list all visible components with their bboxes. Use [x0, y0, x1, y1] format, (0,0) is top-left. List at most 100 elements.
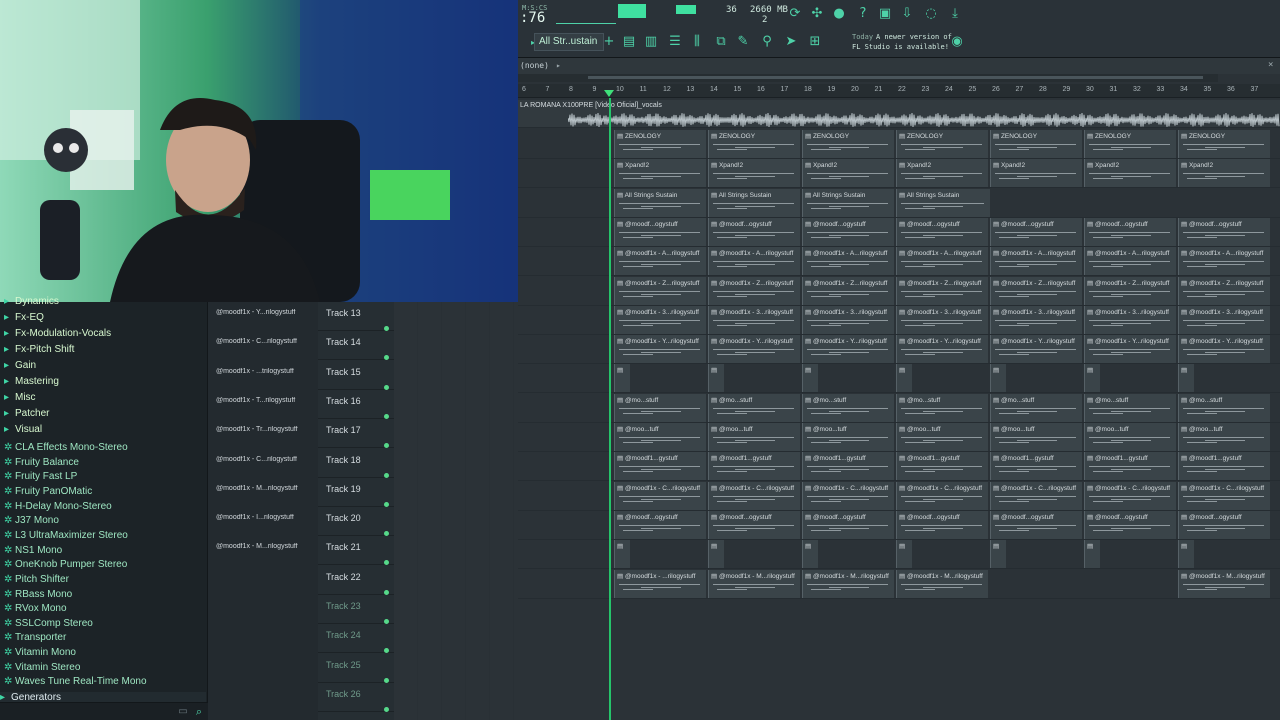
pattern-clip[interactable]: ▤ @moodf1...gystuff — [1178, 452, 1270, 481]
playlist-track-row[interactable]: ▤ @moodf1x - 3...rilogystuff ▤ @moodf1x -… — [518, 305, 1280, 335]
pattern-clip[interactable]: ▤ Xpand!2 — [990, 159, 1082, 188]
pattern-clip[interactable]: ▤ ZENOLOGY — [990, 130, 1082, 158]
pattern-clip[interactable]: ▤ — [990, 364, 1006, 393]
pattern-clip[interactable]: ▤ — [990, 540, 1006, 569]
pattern-clip[interactable]: ▤ Xpand!2 — [614, 159, 706, 188]
track-header[interactable]: Track 26 — [318, 683, 394, 712]
export-icon[interactable]: ⇩ — [898, 5, 916, 23]
pattern-clip[interactable]: ▤ @moodf1...gystuff — [1084, 452, 1176, 481]
picker-clip[interactable]: @moodf1x - I...rilogystuff — [216, 514, 314, 526]
pattern-clip[interactable]: ▤ @moodf1...gystuff — [896, 452, 988, 481]
horizontal-scrollbar[interactable] — [518, 74, 1218, 82]
pattern-clip[interactable]: ▤ @moodf1x - ...rilogystuff — [614, 569, 706, 598]
pattern-clip[interactable]: ▤ @moodf1x - 3...rilogystuff — [802, 305, 894, 334]
pattern-clip[interactable]: ▤ @moodf1...gystuff — [802, 452, 894, 481]
playlist-track-row[interactable]: ▤ @moodf1x - A...rilogystuff ▤ @moodf1x -… — [518, 247, 1280, 277]
audio-track-row[interactable]: LA ROMANA X100PRE [Video Oficial]_vocals — [518, 100, 1280, 128]
track-enable-led[interactable] — [384, 677, 389, 683]
browser-folder[interactable]: ▸ Fx-Modulation-Vocals — [4, 328, 111, 343]
pattern-clip[interactable]: ▤ @moodf1x - 3...rilogystuff — [990, 305, 1082, 334]
browser-plugin[interactable]: ✲ Pitch Shifter — [4, 574, 69, 589]
browser-folder[interactable]: ▸ Fx-Pitch Shift — [4, 344, 74, 359]
pattern-clip[interactable]: ▤ ZENOLOGY — [708, 130, 800, 158]
pattern-clip[interactable]: ▤ All Strings Sustain — [896, 188, 990, 217]
browser-plugin[interactable]: ✲ RVox Mono — [4, 603, 67, 618]
track-header[interactable]: Track 20 — [318, 507, 394, 537]
song-position-slider[interactable] — [556, 6, 616, 24]
playlist-track-row[interactable]: ▤ ▤ ▤ ▤ ▤ ▤ ▤ — [518, 364, 1280, 394]
browser-plugin[interactable]: ✲ Fruity PanOMatic — [4, 486, 92, 501]
pattern-clip[interactable]: ▤ @moodf...ogystuff — [990, 510, 1082, 539]
browser-folder[interactable]: ▸ Misc — [4, 392, 36, 407]
chat-icon[interactable]: ◌ — [922, 5, 940, 23]
plugin-icon[interactable]: ✎ — [734, 33, 752, 51]
pattern-clip[interactable]: ▤ @moodf...ogystuff — [802, 510, 894, 539]
pattern-clip[interactable]: ▤ @moo...tuff — [1178, 423, 1270, 451]
pattern-clip[interactable]: ▤ All Strings Sustain — [802, 188, 894, 217]
pattern-clip[interactable]: ▤ @moodf1x - Y...rilogystuff — [1178, 335, 1270, 364]
pattern-clip[interactable]: ▤ @moodf1x - A...rilogystuff — [896, 247, 988, 276]
pattern-clip[interactable]: ▤ @moodf1x - A...rilogystuff — [990, 247, 1082, 276]
track-enable-led[interactable] — [384, 560, 389, 566]
pattern-clip[interactable]: ▤ @moodf1x - Z...rilogystuff — [1084, 276, 1176, 305]
pattern-clip[interactable]: ▤ @moo...tuff — [614, 423, 706, 451]
track-header[interactable]: Track 24 — [318, 624, 394, 654]
piano-roll-icon[interactable]: ▥ — [642, 33, 660, 51]
pattern-clip[interactable]: ▤ @moodf...ogystuff — [1084, 510, 1176, 539]
cart-icon[interactable]: ⊞ — [806, 33, 824, 51]
browser-icon[interactable]: ⧉ — [712, 33, 730, 51]
pattern-clip[interactable]: ▤ @moodf...ogystuff — [802, 217, 894, 246]
news-text-line2[interactable]: FL Studio is available! — [852, 43, 949, 51]
pattern-clip[interactable]: ▤ ZENOLOGY — [802, 130, 894, 158]
browser-folder[interactable]: ▸ Dynamics — [4, 296, 59, 311]
playhead-line[interactable] — [609, 98, 611, 720]
picker-clip[interactable]: @moodf1x - M...rilogystuff — [216, 485, 314, 497]
pattern-clip[interactable]: ▤ @moodf1x - C...rilogystuff — [802, 481, 894, 510]
picker-clip[interactable]: @moodf1x - C...rilogystuff — [216, 338, 314, 350]
pattern-clip[interactable]: ▤ @moodf1x - C...rilogystuff — [1084, 481, 1176, 510]
pattern-clip[interactable]: ▤ @moodf1x - Z...rilogystuff — [1178, 276, 1270, 305]
playlist-track-row[interactable]: ▤ @moodf1x - Z...rilogystuff ▤ @moodf1x -… — [518, 276, 1280, 306]
pattern-clip[interactable]: ▤ — [802, 540, 818, 569]
playlist-track-row[interactable]: ▤ @moodf1x - ...rilogystuff ▤ @moodf1x - … — [518, 569, 1280, 599]
pattern-clip[interactable]: ▤ All Strings Sustain — [708, 188, 800, 217]
pattern-clip[interactable]: ▤ Xpand!2 — [896, 159, 988, 188]
pattern-clip[interactable]: ▤ @moodf1...gystuff — [614, 452, 706, 481]
pattern-clip[interactable]: ▤ @moodf1x - Y...rilogystuff — [990, 335, 1082, 364]
download-icon[interactable]: ⤓ — [946, 5, 964, 23]
track-enable-led[interactable] — [384, 531, 389, 537]
picker-clip[interactable]: @moodf1x - Y...rilogystuff — [216, 309, 314, 321]
pattern-clip[interactable]: ▤ @moodf1x - C...rilogystuff — [990, 481, 1082, 510]
pattern-clip[interactable]: ▤ @moodf1x - Z...rilogystuff — [802, 276, 894, 305]
scrollbar-thumb[interactable] — [588, 76, 1203, 79]
pattern-clip[interactable]: ▤ @moodf...ogystuff — [614, 217, 706, 246]
playlist-track-row[interactable]: ▤ @mo...stuff ▤ @mo...stuff ▤ @mo...stuff ▤… — [518, 393, 1280, 423]
plug-icon[interactable]: ⚲ — [758, 33, 776, 51]
browser-folder[interactable]: ▸ Visual — [4, 424, 42, 439]
pattern-clip[interactable]: ▤ — [708, 364, 724, 393]
pattern-clip[interactable]: ▤ @moodf...ogystuff — [708, 217, 800, 246]
pattern-clip[interactable]: ▤ @moodf1x - Z...rilogystuff — [708, 276, 800, 305]
pattern-clip[interactable]: ▤ @moodf...ogystuff — [614, 510, 706, 539]
update-icon[interactable]: ◉ — [948, 33, 966, 51]
pattern-clip[interactable]: ▤ All Strings Sustain — [614, 188, 706, 217]
pattern-clip[interactable]: ▤ @moodf1x - Y...rilogystuff — [802, 335, 894, 364]
track-header[interactable]: Track 17 — [318, 419, 394, 449]
pattern-clip[interactable]: ▤ — [1178, 364, 1194, 393]
browser-plugin[interactable]: ✲ Waves Tune Real-Time Mono — [4, 676, 147, 691]
arrangement-name[interactable]: (none) — [520, 61, 549, 70]
pattern-clip[interactable]: ▤ @mo...stuff — [708, 393, 800, 422]
playlist-track-row[interactable]: ▤ @moodf1x - Y...rilogystuff ▤ @moodf1x -… — [518, 335, 1280, 365]
pattern-clip[interactable]: ▤ @moodf1x - A...rilogystuff — [708, 247, 800, 276]
browser-folder[interactable]: ▸ Gain — [4, 360, 36, 375]
pattern-clip[interactable]: ▤ @moodf1x - A...rilogystuff — [1084, 247, 1176, 276]
pattern-clip[interactable]: ▤ @moodf...ogystuff — [990, 217, 1082, 246]
pattern-clip[interactable]: ▤ ZENOLOGY — [1084, 130, 1176, 158]
track-header[interactable]: Track 18 — [318, 449, 394, 478]
pattern-clip[interactable]: ▤ @moodf1x - Z...rilogystuff — [614, 276, 706, 305]
pattern-clip[interactable]: ▤ @mo...stuff — [802, 393, 894, 422]
pattern-clip[interactable]: ▤ @moo...tuff — [1084, 423, 1176, 451]
pattern-clip[interactable]: ▤ @moodf1x - Y...rilogystuff — [1084, 335, 1176, 364]
pattern-clip[interactable]: ▤ — [614, 364, 630, 393]
pattern-clip[interactable]: ▤ @moodf1x - Y...rilogystuff — [896, 335, 988, 364]
